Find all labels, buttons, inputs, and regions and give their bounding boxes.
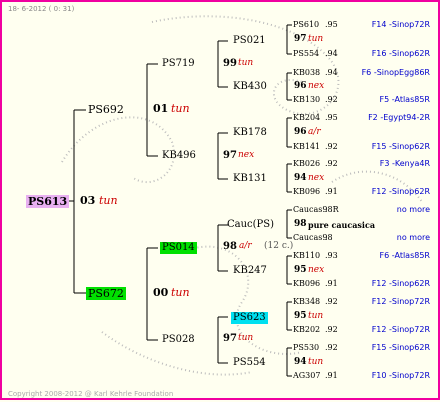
gen5-year: .95: [325, 113, 338, 122]
timestamp-header: 18- 6-2012 ( 0: 31): [8, 5, 75, 13]
gen4-race-3: a/r: [308, 127, 321, 137]
gen5-year: .92: [325, 343, 338, 352]
gen4-year-5: 98: [294, 219, 307, 229]
dam-id[interactable]: PS692: [88, 104, 124, 115]
gen4-race-1: tun: [308, 34, 324, 44]
gen5-id[interactable]: KB110: [293, 252, 320, 260]
gen3-race-1: tun: [238, 58, 254, 68]
gen5-destination-link[interactable]: F10 -Sinop72R: [372, 372, 430, 380]
gen4-id-8[interactable]: PS554: [233, 358, 266, 368]
gen5-id[interactable]: Caucas98R: [293, 206, 339, 214]
root-year: 03: [80, 194, 96, 207]
gen5-id[interactable]: AG307: [293, 372, 320, 380]
gen5-id[interactable]: KB141: [293, 143, 320, 151]
gen5-year: .93: [325, 251, 338, 260]
gen4-year-7: 95: [294, 311, 307, 321]
gen4-race-6: nex: [308, 265, 325, 275]
gen5-year: .92: [325, 95, 338, 104]
gen5-year: .95: [325, 20, 338, 29]
gen5-year: .: [325, 233, 328, 242]
gen3-id-1[interactable]: PS719: [162, 59, 195, 69]
gen3-race-2: nex: [238, 150, 255, 160]
gen5-destination-link[interactable]: F12 -Sinop62R: [372, 280, 430, 288]
gen4-year-2: 96: [294, 81, 307, 91]
gen5-destination-link[interactable]: F15 -Sinop62R: [372, 344, 430, 352]
gen5-id[interactable]: PS530: [293, 344, 319, 352]
gen4-id-6[interactable]: KB247: [233, 266, 267, 276]
gen5-year: .94: [325, 49, 338, 58]
gen3-id-4[interactable]: PS028: [162, 335, 195, 345]
gen5-id[interactable]: KB130: [293, 96, 320, 104]
gen4-id-7[interactable]: PS623: [231, 312, 268, 324]
gen4-id-1[interactable]: PS021: [233, 36, 266, 46]
gen5-destination-link[interactable]: F6 -SinopEgg86R: [362, 69, 430, 77]
gen5-destination-link[interactable]: F5 -Atlas85R: [380, 96, 430, 104]
gen5-id[interactable]: KB202: [293, 326, 320, 334]
gen5-id[interactable]: PS554: [293, 50, 319, 58]
gen5-destination-link[interactable]: F3 -Kenya4R: [380, 160, 430, 168]
gen4-race-5: pure caucasica: [308, 220, 376, 230]
gen5-year: .91: [325, 279, 338, 288]
gen3-id-2[interactable]: KB496: [162, 151, 196, 161]
gen5-destination-link[interactable]: F12 -Sinop62R: [372, 188, 430, 196]
gen5-destination-link[interactable]: F15 -Sinop62R: [372, 143, 430, 151]
root-queen-id[interactable]: PS613: [26, 195, 70, 208]
gen5-destination-link[interactable]: F12 -Sinop72R: [372, 326, 430, 334]
gen5-year: .92: [325, 159, 338, 168]
gen5-id[interactable]: KB096: [293, 280, 320, 288]
gen3-year-4: 97: [223, 333, 237, 344]
gen4-race-8: tun: [308, 357, 324, 367]
gen4-id-5[interactable]: Cauc(PS): [227, 220, 274, 230]
gen4-id-4[interactable]: KB131: [233, 174, 267, 184]
gen5-year: .91: [325, 371, 338, 380]
gen5-destination-link[interactable]: no more: [397, 206, 430, 214]
gen4-race-4: nex: [308, 173, 325, 183]
gen3-id-3[interactable]: PS014: [160, 242, 197, 254]
gen4-race-2: nex: [308, 81, 325, 91]
gen3-race-3: a/r: [239, 241, 252, 251]
gen3-year-1: 99: [223, 58, 237, 69]
gen4-year-1: 97: [294, 34, 307, 44]
gen5-id[interactable]: KB348: [293, 298, 320, 306]
gen5-destination-link[interactable]: F12 -Sinop72R: [372, 298, 430, 306]
gen5-id[interactable]: KB026: [293, 160, 320, 168]
gen5-destination-link[interactable]: no more: [397, 234, 430, 242]
gen4-race-7: tun: [308, 311, 324, 321]
gen5-year: .92: [325, 325, 338, 334]
gen5-id[interactable]: KB096: [293, 188, 320, 196]
gen4-year-4: 94: [294, 173, 307, 183]
gen5-id[interactable]: PS610: [293, 21, 319, 29]
gen5-year: .91: [325, 187, 338, 196]
gen5-year: .92: [325, 297, 338, 306]
sire-race: tun: [171, 286, 190, 299]
gen3-year-2: 97: [223, 150, 237, 161]
dam-race: tun: [171, 102, 190, 115]
gen3-race-4: tun: [238, 333, 254, 343]
pedigree-frame: 18- 6-2012 ( 0: 31) Copyright 2008-2012 …: [0, 0, 440, 400]
gen5-id[interactable]: KB038: [293, 69, 320, 77]
gen3-note-3: (12 c.): [264, 241, 294, 251]
root-race: tun: [99, 194, 118, 207]
gen5-id[interactable]: KB204: [293, 114, 320, 122]
gen5-year: .94: [325, 68, 338, 77]
gen4-id-2[interactable]: KB430: [233, 82, 267, 92]
dam-year: 01: [153, 102, 169, 115]
gen5-destination-link[interactable]: F14 -Sinop72R: [372, 21, 430, 29]
gen5-year: .92: [325, 142, 338, 151]
sire-id[interactable]: PS672: [86, 287, 126, 300]
gen5-destination-link[interactable]: F2 -Egypt94-2R: [368, 114, 430, 122]
gen5-year: .: [325, 205, 328, 214]
sire-year: 00: [153, 286, 169, 299]
gen4-year-3: 96: [294, 127, 307, 137]
gen4-year-8: 94: [294, 357, 307, 367]
copyright-footer: Copyright 2008-2012 @ Karl Kehrle Founda…: [8, 390, 174, 398]
gen5-destination-link[interactable]: F16 -Sinop62R: [372, 50, 430, 58]
gen4-year-6: 95: [294, 265, 307, 275]
gen3-year-3: 98: [223, 241, 237, 252]
gen4-id-3[interactable]: KB178: [233, 128, 267, 138]
gen5-destination-link[interactable]: F6 -Atlas85R: [380, 252, 430, 260]
